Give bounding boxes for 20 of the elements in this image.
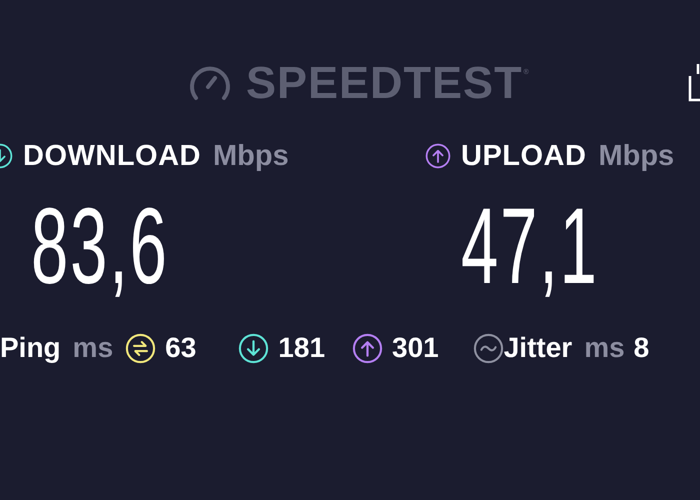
logo-text: SPEEDTEST: [246, 57, 523, 109]
jitter-icon: [472, 332, 504, 364]
ping-label: Ping: [0, 332, 61, 364]
result-label: DOWNLOAD: [23, 140, 201, 172]
unit-label: ms: [584, 332, 625, 364]
result-label: UPLOAD: [461, 140, 586, 172]
upload-icon: [352, 332, 384, 364]
jitter-label: Jitter: [504, 332, 572, 364]
ping-value: 63: [165, 332, 196, 364]
ping-value: 301: [392, 332, 439, 364]
ping-value: 181: [278, 332, 326, 364]
unit-label: Mbps: [212, 140, 289, 172]
unit-label: ms: [72, 332, 114, 364]
ping-icon: [125, 332, 156, 364]
jitter-value: 8: [634, 332, 650, 364]
unit-label: Mbps: [598, 140, 674, 172]
upload-icon: [425, 143, 451, 169]
download-icon: [238, 332, 270, 364]
speed-value: 47,1: [461, 192, 599, 300]
speed-value: 83,6: [31, 192, 169, 300]
